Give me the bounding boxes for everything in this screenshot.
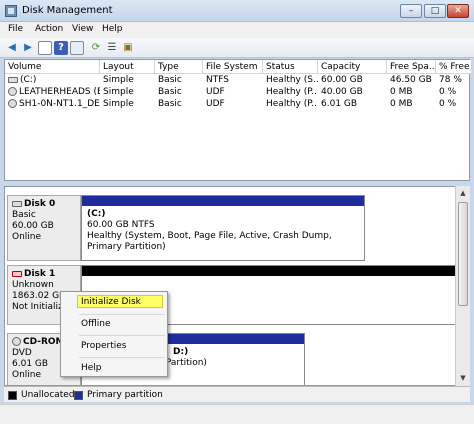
cd-drive-icon [12, 337, 21, 346]
volume-capacity: 6.01 GB [321, 99, 358, 109]
help-icon[interactable]: ? [54, 41, 68, 55]
table-row[interactable]: (C:) Simple Basic NTFS Healthy (S... 60.… [5, 74, 471, 86]
menu-bar: File Action View Help [0, 22, 474, 38]
column-header-volume[interactable]: Volume [5, 60, 100, 74]
title-bar: Disk Management – □ ✕ [0, 0, 474, 22]
column-header-file-system[interactable]: File System [203, 60, 263, 74]
volume-fs: NTFS [206, 75, 229, 85]
volume-free: 46.50 GB [390, 75, 432, 85]
column-header-free-space[interactable]: Free Spa... [387, 60, 436, 74]
disk-type: Basic [12, 210, 36, 220]
menu-separator [79, 335, 165, 336]
menu-help[interactable]: Help [102, 24, 123, 34]
volume-layout: Simple [103, 75, 134, 85]
panel-icon[interactable] [38, 41, 52, 55]
disk-name: Disk 1 [24, 269, 56, 279]
volume-name: SH1-0N-NT1.1_DE... [19, 99, 100, 109]
unallocated-swatch [8, 391, 17, 400]
volume-fs: UDF [206, 99, 225, 109]
volume-status: Healthy (P... [266, 99, 318, 109]
primary-partition-bar [82, 196, 364, 206]
primary-partition-swatch [74, 391, 83, 400]
menu-separator [79, 357, 165, 358]
menu-item-properties[interactable]: Properties [81, 341, 126, 351]
menu-item-help[interactable]: Help [81, 363, 102, 373]
disk-type: Unknown [12, 280, 54, 290]
menu-view[interactable]: View [72, 24, 93, 34]
close-button[interactable]: ✕ [447, 4, 469, 18]
column-header-status[interactable]: Status [263, 60, 318, 74]
volume-pct-free: 78 % [439, 75, 462, 85]
scroll-up-icon[interactable]: ▲ [457, 187, 469, 199]
disk-size: 60.00 GB [12, 221, 54, 231]
partition-name: (C:) [87, 209, 106, 219]
menu-action[interactable]: Action [35, 24, 63, 34]
refresh-icon[interactable]: ⟳ [89, 41, 103, 55]
column-header-pct-free[interactable]: % Free [436, 60, 471, 74]
context-menu: Initialize Disk Offline Properties Help [60, 291, 168, 377]
disk-error-icon [12, 270, 22, 277]
legend: Unallocated Primary partition [4, 386, 470, 402]
hard-drive-icon [8, 76, 18, 83]
partition-status: Healthy (System, Boot, Page File, Active… [87, 231, 332, 252]
column-header-capacity[interactable]: Capacity [318, 60, 387, 74]
column-header-type[interactable]: Type [155, 60, 203, 74]
volume-capacity: 40.00 GB [321, 87, 363, 97]
toolbar: ◀ ▶ ? ⟳ ☰ ▣ [0, 38, 474, 58]
volume-list[interactable]: Volume Layout Type File System Status Ca… [4, 59, 471, 181]
forward-icon[interactable]: ▶ [21, 41, 35, 55]
menu-item-initialize-disk[interactable]: Initialize Disk [81, 297, 141, 307]
volume-status: Healthy (S... [266, 75, 318, 85]
menu-item-offline[interactable]: Offline [81, 319, 111, 329]
export-icon[interactable]: ▣ [121, 41, 135, 55]
volume-status: Healthy (P... [266, 87, 318, 97]
disk-management-icon [5, 5, 17, 17]
status-bar [0, 404, 474, 424]
column-header-layout[interactable]: Layout [100, 60, 155, 74]
disk-state: Online [12, 232, 42, 242]
volume-type: Basic [158, 75, 182, 85]
back-icon[interactable]: ◀ [5, 41, 19, 55]
volume-free: 0 MB [390, 99, 413, 109]
unallocated-bar [82, 266, 458, 276]
scroll-thumb[interactable] [458, 202, 468, 306]
volume-layout: Simple [103, 87, 134, 97]
volume-type: Basic [158, 99, 182, 109]
volume-capacity: 60.00 GB [321, 75, 363, 85]
window-title: Disk Management [22, 5, 113, 16]
vertical-scrollbar[interactable]: ▲ ▼ [455, 186, 470, 386]
volume-free: 0 MB [390, 87, 413, 97]
volume-pct-free: 0 % [439, 99, 457, 109]
disk-icon [12, 200, 22, 207]
legend-primary-partition: Primary partition [87, 390, 163, 400]
properties-icon[interactable]: ☰ [105, 41, 119, 55]
panel2-icon[interactable] [70, 41, 84, 55]
maximize-button[interactable]: □ [424, 4, 446, 18]
volume-pct-free: 0 % [439, 87, 457, 97]
disk-name: Disk 0 [24, 199, 56, 209]
scroll-down-icon[interactable]: ▼ [457, 372, 469, 384]
volume-type: Basic [158, 87, 182, 97]
cd-drive-icon [8, 99, 17, 108]
cd-drive-icon [8, 87, 17, 96]
menu-file[interactable]: File [8, 24, 23, 34]
menu-separator [79, 314, 165, 315]
minimize-button[interactable]: – [400, 4, 422, 18]
table-row[interactable]: SH1-0N-NT1.1_DE... Simple Basic UDF Heal… [5, 98, 471, 110]
volume-name: (C:) [20, 75, 37, 85]
disk-name: CD-ROM [23, 337, 65, 347]
disk-0-label[interactable]: Disk 0 Basic 60.00 GB Online [7, 195, 81, 261]
volume-fs: UDF [206, 87, 225, 97]
legend-unallocated: Unallocated [21, 390, 75, 400]
partition-size: 60.00 GB NTFS [87, 220, 155, 230]
table-row[interactable]: LEATHERHEADS (E:) Simple Basic UDF Healt… [5, 86, 471, 98]
volume-name: LEATHERHEADS (E:) [19, 87, 100, 97]
volume-layout: Simple [103, 99, 134, 109]
partition-c[interactable]: (C:) 60.00 GB NTFS Healthy (System, Boot… [81, 195, 365, 261]
